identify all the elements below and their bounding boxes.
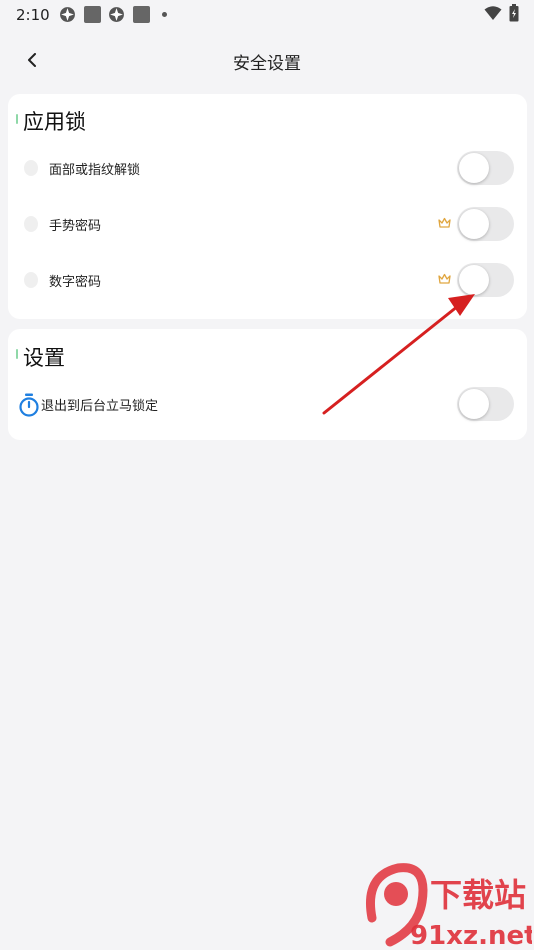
digit-password-row[interactable]: 数字密码 [8, 255, 527, 305]
watermark-domain: 91xz.net [410, 921, 532, 948]
crown-icon [438, 217, 451, 228]
settings-card: 设置 退出到后台立马锁定 [8, 329, 527, 440]
toggle-knob [459, 153, 489, 183]
gesture-password-toggle[interactable] [457, 207, 514, 241]
section-title: 设置 [23, 346, 65, 370]
status-time: 2:10 [16, 6, 50, 24]
digit-password-toggle[interactable] [457, 263, 514, 297]
battery-icon [509, 4, 519, 22]
dot-icon [162, 12, 167, 17]
crown-icon [438, 273, 451, 284]
section-accent [16, 349, 18, 359]
face-fingerprint-unlock-row[interactable]: 面部或指纹解锁 [8, 143, 527, 193]
square-icon [133, 6, 150, 23]
gesture-password-row[interactable]: 手势密码 [8, 199, 527, 249]
row-label: 退出到后台立马锁定 [41, 399, 159, 414]
toggle-knob [459, 209, 489, 239]
fingerprint-icon [24, 216, 38, 232]
section-accent [16, 114, 18, 124]
lock-on-background-toggle[interactable] [457, 387, 514, 421]
app-lock-card: 应用锁 面部或指纹解锁 手势密码 数字密码 [8, 94, 527, 319]
row-label: 面部或指纹解锁 [49, 163, 141, 178]
watermark-name: 下载站 [430, 876, 526, 914]
lock-on-background-row[interactable]: 退出到后台立马锁定 [8, 379, 527, 429]
page-title: 安全设置 [233, 54, 301, 74]
status-bar: 2:10 [0, 0, 534, 30]
watermark-logo: 下载站 91xz.net [366, 863, 532, 948]
app-icon [60, 7, 75, 22]
timer-icon [19, 393, 39, 417]
face-fingerprint-toggle[interactable] [457, 151, 514, 185]
toggle-knob [459, 389, 489, 419]
wifi-icon [484, 6, 502, 20]
app-icon [109, 7, 124, 22]
row-label: 数字密码 [49, 275, 102, 290]
section-title: 应用锁 [23, 110, 86, 134]
fingerprint-icon [24, 160, 38, 176]
toggle-knob [459, 265, 489, 295]
row-label: 手势密码 [49, 219, 102, 234]
fingerprint-icon [24, 272, 38, 288]
square-icon [84, 6, 101, 23]
